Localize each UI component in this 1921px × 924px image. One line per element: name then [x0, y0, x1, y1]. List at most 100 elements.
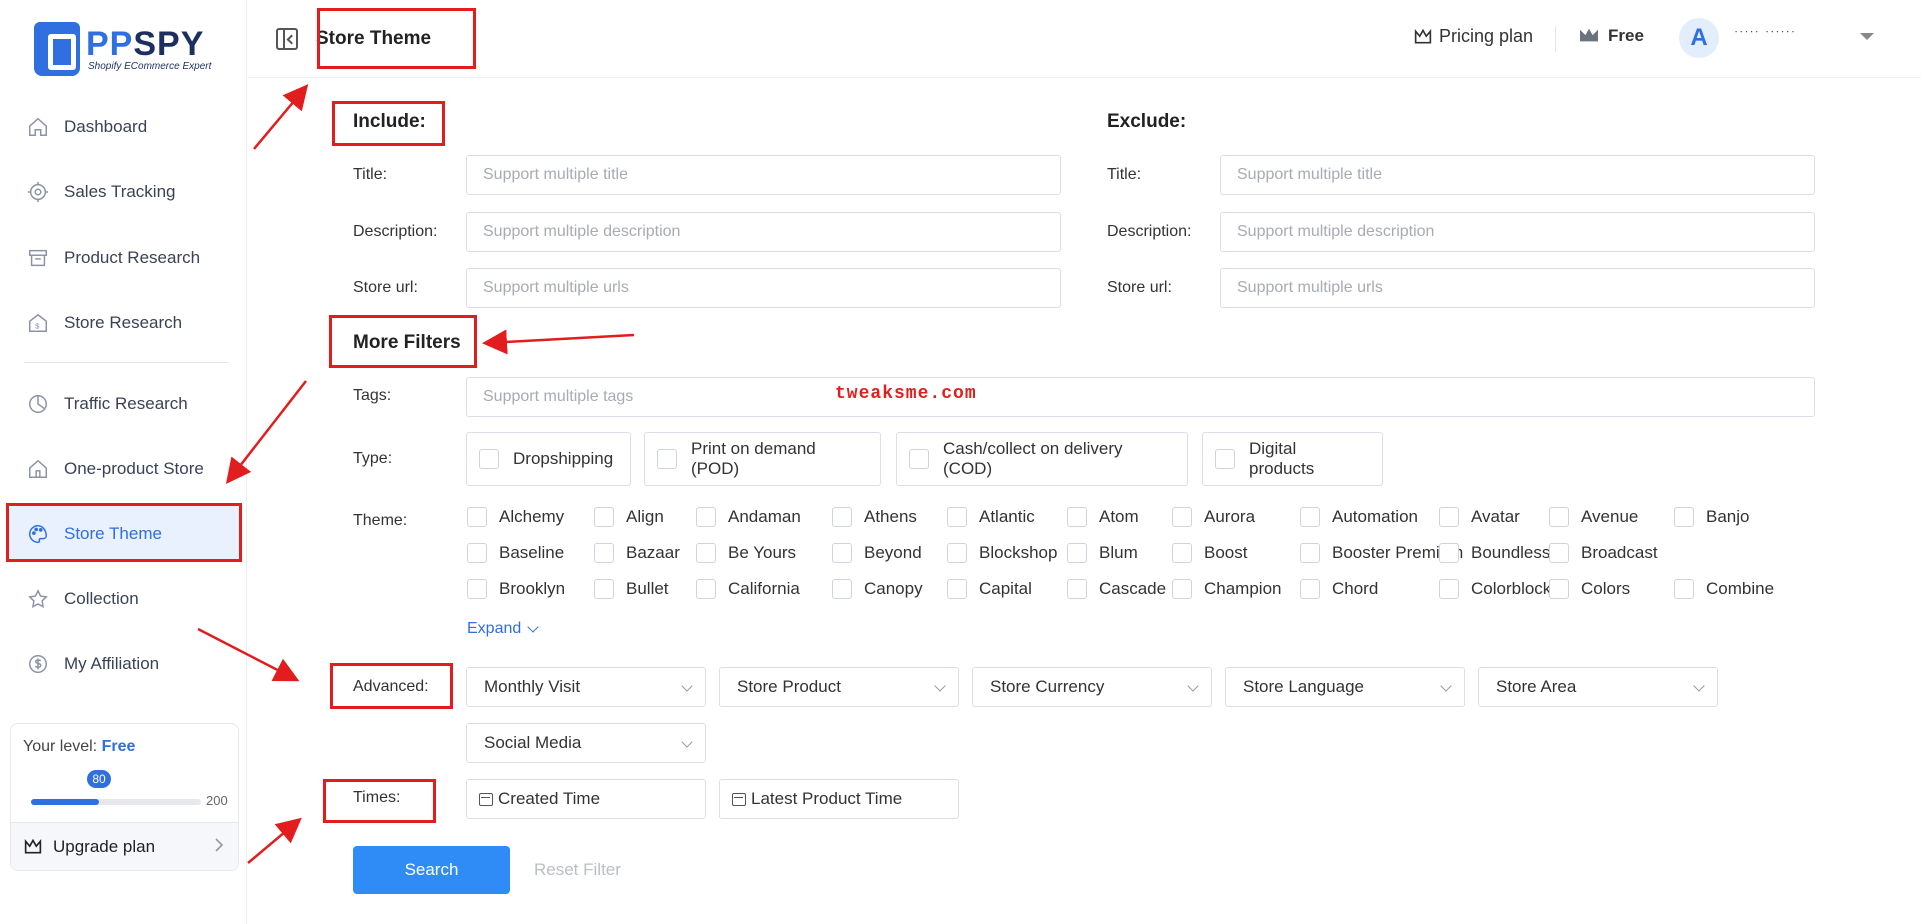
checkbox[interactable]: [1549, 507, 1569, 527]
checkbox[interactable]: [479, 449, 499, 469]
store-language-select[interactable]: Store Language: [1225, 667, 1465, 707]
sidebar-item-dashboard[interactable]: Dashboard: [8, 99, 241, 155]
checkbox[interactable]: [594, 579, 614, 599]
theme-option[interactable]: Be Yours: [696, 543, 796, 563]
checkbox[interactable]: [1300, 579, 1320, 599]
checkbox[interactable]: [1300, 543, 1320, 563]
checkbox[interactable]: [696, 543, 716, 563]
checkbox[interactable]: [1439, 579, 1459, 599]
sidebar-item-store-research[interactable]: $ Store Research: [8, 295, 241, 351]
theme-option[interactable]: Bazaar: [594, 543, 680, 563]
theme-option[interactable]: Aurora: [1172, 507, 1255, 527]
theme-option[interactable]: Beyond: [832, 543, 922, 563]
include-store-url-input[interactable]: [466, 268, 1061, 308]
theme-option[interactable]: Boost: [1172, 543, 1247, 563]
theme-option[interactable]: Blockshop: [947, 543, 1057, 563]
checkbox[interactable]: [594, 507, 614, 527]
theme-option[interactable]: Avatar: [1439, 507, 1520, 527]
tags-input[interactable]: [466, 377, 1815, 417]
theme-option[interactable]: Brooklyn: [467, 579, 565, 599]
checkbox[interactable]: [1439, 507, 1459, 527]
checkbox[interactable]: [1549, 579, 1569, 599]
type-option-cod[interactable]: Cash/collect on delivery (COD): [896, 432, 1188, 486]
theme-option[interactable]: Chord: [1300, 579, 1378, 599]
checkbox[interactable]: [696, 579, 716, 599]
upgrade-plan-button[interactable]: Upgrade plan: [11, 822, 238, 870]
caret-down-icon[interactable]: [1860, 33, 1874, 40]
checkbox[interactable]: [1215, 449, 1235, 469]
sidebar-item-my-affiliation[interactable]: My Affiliation: [8, 636, 241, 692]
checkbox[interactable]: [832, 507, 852, 527]
sidebar-item-one-product-store[interactable]: One-product Store: [8, 441, 241, 497]
plan-badge[interactable]: Free: [1578, 26, 1644, 46]
checkbox[interactable]: [1172, 543, 1192, 563]
checkbox[interactable]: [696, 507, 716, 527]
pricing-plan-link[interactable]: Pricing plan: [1413, 26, 1533, 47]
type-option-digital-products[interactable]: Digital products: [1202, 432, 1383, 486]
theme-option[interactable]: Bullet: [594, 579, 669, 599]
checkbox[interactable]: [1549, 543, 1569, 563]
checkbox[interactable]: [594, 543, 614, 563]
checkbox[interactable]: [947, 543, 967, 563]
store-area-select[interactable]: Store Area: [1478, 667, 1718, 707]
type-option-pod[interactable]: Print on demand (POD): [644, 432, 881, 486]
sidebar-item-product-research[interactable]: Product Research: [8, 230, 241, 286]
checkbox[interactable]: [1067, 543, 1087, 563]
theme-option[interactable]: Atlantic: [947, 507, 1035, 527]
checkbox[interactable]: [1067, 579, 1087, 599]
checkbox[interactable]: [1674, 579, 1694, 599]
theme-option[interactable]: Cascade: [1067, 579, 1166, 599]
created-time-picker[interactable]: Created Time: [466, 779, 706, 819]
theme-option[interactable]: Champion: [1172, 579, 1282, 599]
search-button[interactable]: Search: [353, 846, 510, 894]
checkbox[interactable]: [909, 449, 929, 469]
exclude-store-url-input[interactable]: [1220, 268, 1815, 308]
theme-option[interactable]: Andaman: [696, 507, 801, 527]
checkbox[interactable]: [1172, 507, 1192, 527]
theme-option[interactable]: Combine: [1674, 579, 1774, 599]
checkbox[interactable]: [1674, 507, 1694, 527]
checkbox[interactable]: [467, 543, 487, 563]
sidebar-item-collection[interactable]: Collection: [8, 571, 241, 627]
checkbox[interactable]: [947, 579, 967, 599]
theme-option[interactable]: Atom: [1067, 507, 1139, 527]
theme-option[interactable]: Boundless: [1439, 543, 1550, 563]
exclude-description-input[interactable]: [1220, 212, 1815, 252]
sidebar-item-sales-tracking[interactable]: Sales Tracking: [8, 164, 241, 220]
latest-product-time-picker[interactable]: Latest Product Time: [719, 779, 959, 819]
social-media-select[interactable]: Social Media: [466, 723, 706, 763]
checkbox[interactable]: [832, 543, 852, 563]
store-product-select[interactable]: Store Product: [719, 667, 959, 707]
theme-option[interactable]: Blum: [1067, 543, 1138, 563]
theme-option[interactable]: California: [696, 579, 800, 599]
reset-filter-button[interactable]: Reset Filter: [534, 860, 621, 880]
type-option-dropshipping[interactable]: Dropshipping: [466, 432, 631, 486]
theme-option[interactable]: Colors: [1549, 579, 1630, 599]
include-description-input[interactable]: [466, 212, 1061, 252]
checkbox[interactable]: [832, 579, 852, 599]
theme-option[interactable]: Automation: [1300, 507, 1418, 527]
sidebar-item-traffic-research[interactable]: Traffic Research: [8, 376, 241, 432]
expand-themes-link[interactable]: Expand: [467, 620, 539, 638]
monthly-visit-select[interactable]: Monthly Visit: [466, 667, 706, 707]
checkbox[interactable]: [657, 449, 677, 469]
include-title-input[interactable]: [466, 155, 1061, 195]
exclude-title-input[interactable]: [1220, 155, 1815, 195]
checkbox[interactable]: [1172, 579, 1192, 599]
ppspy-logo[interactable]: PPSPY Shopify ECommerce Expert: [34, 22, 211, 76]
theme-option[interactable]: Canopy: [832, 579, 923, 599]
avatar[interactable]: A: [1679, 18, 1719, 58]
theme-option[interactable]: Avenue: [1549, 507, 1638, 527]
theme-option[interactable]: Alchemy: [467, 507, 564, 527]
user-name[interactable]: ˑˑˑˑˑ ˑˑˑˑˑˑ: [1734, 26, 1796, 43]
theme-option[interactable]: Capital: [947, 579, 1032, 599]
theme-option[interactable]: Align: [594, 507, 664, 527]
store-currency-select[interactable]: Store Currency: [972, 667, 1212, 707]
checkbox[interactable]: [467, 507, 487, 527]
theme-option[interactable]: Broadcast: [1549, 543, 1658, 563]
theme-option[interactable]: Athens: [832, 507, 917, 527]
checkbox[interactable]: [1439, 543, 1459, 563]
checkbox[interactable]: [467, 579, 487, 599]
checkbox[interactable]: [1067, 507, 1087, 527]
checkbox[interactable]: [1300, 507, 1320, 527]
